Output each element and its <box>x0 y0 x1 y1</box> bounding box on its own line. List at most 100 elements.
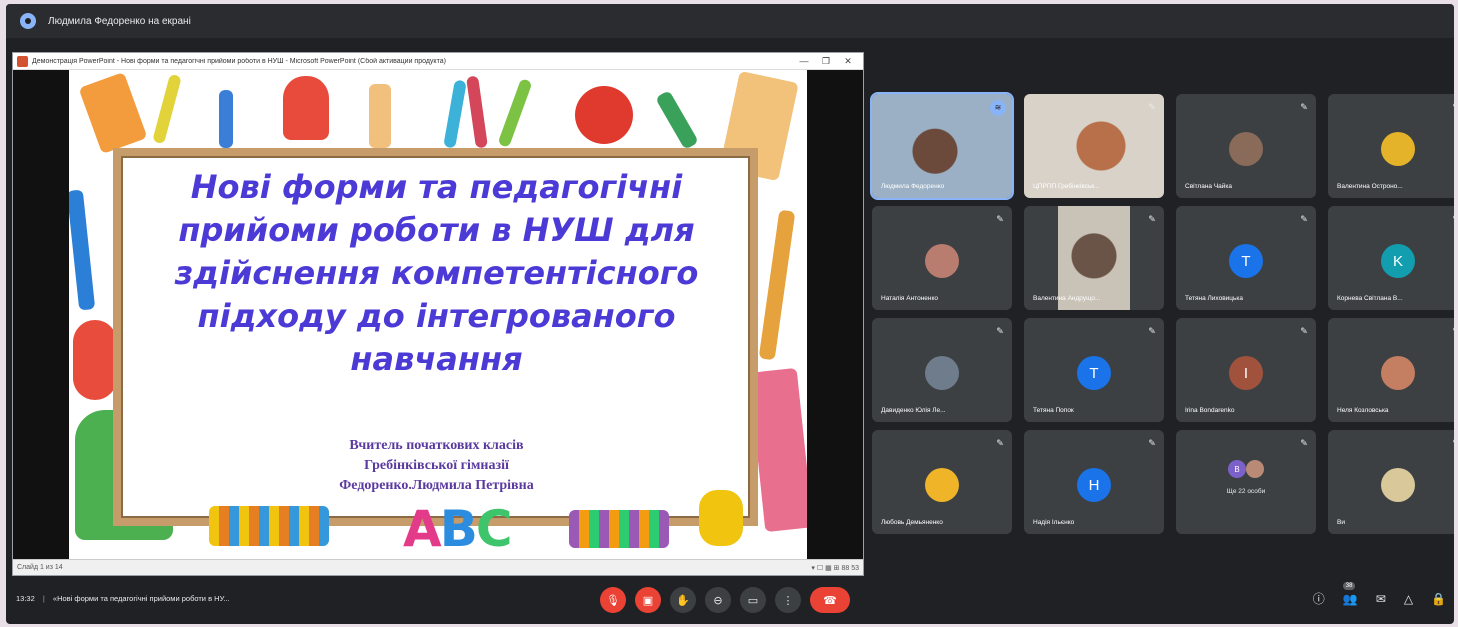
pencil-decoration <box>443 79 467 149</box>
clock-decoration <box>73 320 117 400</box>
avatar <box>1381 132 1415 166</box>
activities-icon[interactable]: △ <box>1404 592 1413 606</box>
more-options-button[interactable]: ⋮ <box>775 587 801 613</box>
host-controls-icon[interactable]: 🔒 <box>1431 592 1446 606</box>
raise-hand-button[interactable]: ✋ <box>670 587 696 613</box>
mic-muted-icon: ✎ <box>1300 214 1308 224</box>
avatar <box>1246 460 1264 478</box>
meeting-controls-bar: 13:32 | «Нові форми та педагогічні прийо… <box>6 578 1454 624</box>
microphone-off-button[interactable]: 🎙 <box>600 587 626 613</box>
mic-muted-icon: ✎ <box>1452 438 1454 448</box>
avatar: K <box>1381 244 1415 278</box>
participant-name: Любовь Демьяненко <box>881 519 943 526</box>
avatar <box>1229 132 1263 166</box>
camera-off-button[interactable]: ▣ <box>635 587 661 613</box>
more-participants-label: Ще 22 особи <box>1226 488 1266 495</box>
mic-muted-icon: ✎ <box>1148 102 1156 112</box>
participant-tile[interactable]: I ✎ Irina Bondarenko <box>1176 318 1316 422</box>
crayons-decoration <box>209 506 329 546</box>
minimize-button[interactable]: — <box>793 56 815 66</box>
participant-name: Людмила Федоренко <box>881 183 945 190</box>
letter-c: C <box>475 500 513 558</box>
chat-icon[interactable]: ✉ <box>1376 592 1386 606</box>
avatar: H <box>1077 468 1111 502</box>
slide-author-line-3: Федоренко.Людмила Петрівна <box>339 478 534 493</box>
powerpoint-window: Демонстрація PowerPoint - Нові форми та … <box>12 52 864 576</box>
slide-author-line-2: Гребінківської гімназії <box>364 458 509 473</box>
more-participants-avatars: B <box>1228 460 1264 478</box>
participant-name: ЦПРПП Гребінківськ... <box>1033 183 1100 190</box>
apple-decoration <box>575 86 633 144</box>
participant-tile[interactable]: ✎ Валентина Андрущо... <box>1024 206 1164 310</box>
powerpoint-window-title: Демонстрація PowerPoint - Нові форми та … <box>32 57 446 65</box>
participant-name: Irina Bondarenko <box>1185 407 1235 414</box>
abc-letters-decoration: ABC <box>403 500 513 558</box>
view-controls[interactable]: ▾ ☐ ▦ ⊞ 88 53 <box>811 564 859 572</box>
mic-muted-icon: ✎ <box>1452 214 1454 224</box>
participant-tile[interactable]: ✎ ЦПРПП Гребінківськ... <box>1024 94 1164 198</box>
meeting-info-separator: | <box>42 594 45 603</box>
participant-tile[interactable]: ✎ Валентина Остроно... <box>1328 94 1454 198</box>
pencil-decoration <box>758 209 796 361</box>
participants-grid: ≋ Людмила Федоренко ✎ ЦПРПП Гребінківськ...… <box>870 92 1454 534</box>
participant-name: Ви <box>1337 519 1345 526</box>
people-icon[interactable]: 👥 38 <box>1342 581 1358 606</box>
character-decoration <box>699 490 743 546</box>
participant-name: Валентина Андрущо... <box>1033 295 1101 302</box>
participant-tile[interactable]: K ✎ Корнева Світлана В... <box>1328 206 1454 310</box>
mic-muted-icon: ✎ <box>996 326 1004 336</box>
pencil-decoration <box>466 75 488 149</box>
powerpoint-logo-icon <box>17 55 28 67</box>
avatar: T <box>1229 244 1263 278</box>
call-controls: 🎙 ▣ ✋ ⊖ ▭ ⋮ ☎ <box>600 587 850 613</box>
meeting-title: «Нові форми та педагогічні прийоми робот… <box>52 594 230 603</box>
present-screen-button[interactable]: ▭ <box>740 587 766 613</box>
letter-b: B <box>439 500 478 558</box>
participant-tile[interactable]: B Ще 22 особи ✎ <box>1176 430 1316 534</box>
avatar: B <box>1228 460 1246 478</box>
avatar <box>1381 356 1415 390</box>
slide-author-line-1: Вчитель початкових класів <box>349 438 524 453</box>
participant-tile[interactable]: ≋ Людмила Федоренко <box>870 92 1014 200</box>
avatar: T <box>1077 356 1111 390</box>
participant-tile[interactable]: ✎ Любовь Демьяненко <box>872 430 1012 534</box>
avatar <box>925 468 959 502</box>
restore-button[interactable]: ❐ <box>815 56 837 67</box>
participant-name: Тетяна Лиховицька <box>1185 295 1243 302</box>
close-button[interactable]: ✕ <box>837 56 859 67</box>
crayon-decoration <box>78 71 148 155</box>
participant-tile[interactable]: ✎ Ви <box>1328 430 1454 534</box>
meeting-time: 13:32 <box>16 594 35 603</box>
participant-name: Наталія Антоненко <box>881 295 939 302</box>
participant-name: Корнева Світлана В... <box>1337 295 1403 302</box>
avatar <box>925 244 959 278</box>
participant-tile[interactable]: T ✎ Тетяна Лиховицька <box>1176 206 1316 310</box>
side-controls: ⓘ 👥 38 ✉ △ 🔒 <box>1313 581 1446 607</box>
speaking-icon: ≋ <box>990 100 1006 116</box>
participant-tile[interactable]: ✎ Світлана Чайка <box>1176 94 1316 198</box>
leave-call-button[interactable]: ☎ <box>810 587 850 613</box>
slide-counter: Слайд 1 из 14 <box>17 564 63 571</box>
participant-tile[interactable]: ✎ Наталія Антоненко <box>872 206 1012 310</box>
participant-tile[interactable]: ✎ Давиденко Юлія Ле... <box>872 318 1012 422</box>
presentation-banner: Людмила Федоренко на екрані <box>6 4 1454 38</box>
avatar: I <box>1229 356 1263 390</box>
participant-tile[interactable]: H ✎ Надія Ільєнко <box>1024 430 1164 534</box>
participant-tile[interactable]: T ✎ Тетяна Попок <box>1024 318 1164 422</box>
avatar <box>925 356 959 390</box>
participant-name: Тетяна Попок <box>1033 407 1074 414</box>
mic-muted-icon: ✎ <box>1300 326 1308 336</box>
letter-a: A <box>403 500 442 558</box>
mic-muted-icon: ✎ <box>996 214 1004 224</box>
slide-title: Нові форми та педагогічні прийоми роботи… <box>174 168 699 378</box>
participant-name: Валентина Остроно... <box>1337 183 1403 190</box>
pencil-decoration <box>219 90 233 148</box>
meeting-info: 13:32 | «Нові форми та педагогічні прийо… <box>16 594 230 603</box>
participant-tile[interactable]: ✎ Неля Козловська <box>1328 318 1454 422</box>
slide-stage: Нові форми та педагогічні прийоми роботи… <box>13 70 863 559</box>
pencil-decoration <box>152 73 182 145</box>
mic-muted-icon: ✎ <box>1452 326 1454 336</box>
captions-button[interactable]: ⊖ <box>705 587 731 613</box>
meeting-details-icon[interactable]: ⓘ <box>1313 590 1325 607</box>
slide[interactable]: Нові форми та педагогічні прийоми роботи… <box>69 70 807 559</box>
